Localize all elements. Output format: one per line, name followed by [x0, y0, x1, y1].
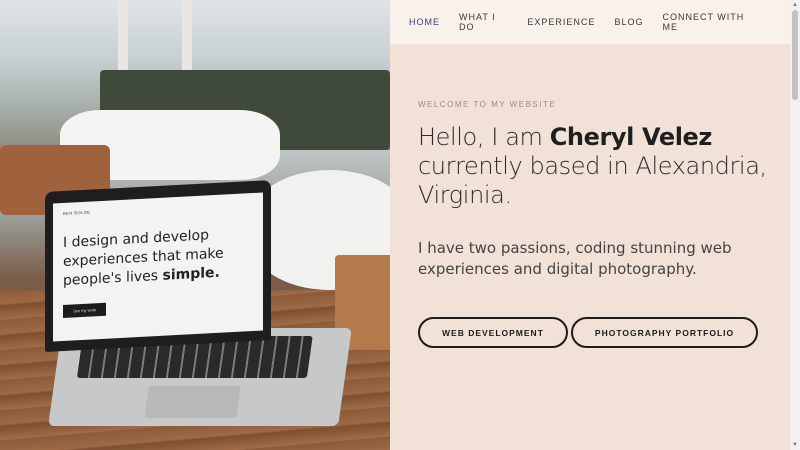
triangle-down-icon[interactable]: ▼ — [791, 441, 799, 449]
laptop-headline: I design and develop experiences that ma… — [63, 224, 253, 291]
laptop-screen: BEN BOLDE I design and develop experienc… — [45, 180, 271, 352]
welcome-eyebrow: WELCOME TO MY WEBSITE — [418, 100, 557, 109]
laptop-line-text: people's lives — [63, 267, 163, 289]
page-scrollbar[interactable]: ▲ ▼ — [790, 0, 800, 450]
hero-heading: Hello, I am Cheryl Velez currently based… — [418, 123, 778, 210]
hero-location: currently based in Alexandria, Virginia. — [418, 152, 767, 209]
hero-photo: BEN BOLDE I design and develop experienc… — [0, 0, 390, 450]
cta-buttons: WEB DEVELOPMENT PHOTOGRAPHY PORTFOLIO — [418, 317, 778, 348]
nav-connect-with-me[interactable]: CONNECT WITH ME — [662, 12, 752, 32]
laptop-display: BEN BOLDE I design and develop experienc… — [53, 192, 263, 342]
laptop-site-name: BEN BOLDE — [63, 209, 91, 216]
nav-home[interactable]: HOME — [409, 17, 440, 27]
laptop-mini-button: See my work — [63, 302, 107, 318]
hero-tagline: I have two passions, coding stunning web… — [418, 239, 732, 278]
photography-portfolio-button[interactable]: PHOTOGRAPHY PORTFOLIO — [570, 317, 759, 348]
scrollbar-thumb[interactable] — [792, 10, 798, 100]
nav-what-i-do[interactable]: WHAT I DO — [459, 12, 508, 32]
hero-content: WELCOME TO MY WEBSITE Hello, I am Cheryl… — [418, 100, 778, 348]
web-development-button[interactable]: WEB DEVELOPMENT — [418, 317, 568, 348]
top-nav: HOME WHAT I DO EXPERIENCE BLOG CONNECT W… — [390, 0, 790, 44]
laptop-line-bold: simple. — [162, 264, 220, 284]
nav-experience[interactable]: EXPERIENCE — [527, 17, 595, 27]
triangle-up-icon[interactable]: ▲ — [791, 1, 799, 9]
nav-blog[interactable]: BLOG — [614, 17, 643, 27]
hero-name: Cheryl Velez — [549, 123, 713, 151]
hero-intro: Hello, I am — [418, 123, 550, 151]
laptop-trackpad — [144, 386, 241, 418]
